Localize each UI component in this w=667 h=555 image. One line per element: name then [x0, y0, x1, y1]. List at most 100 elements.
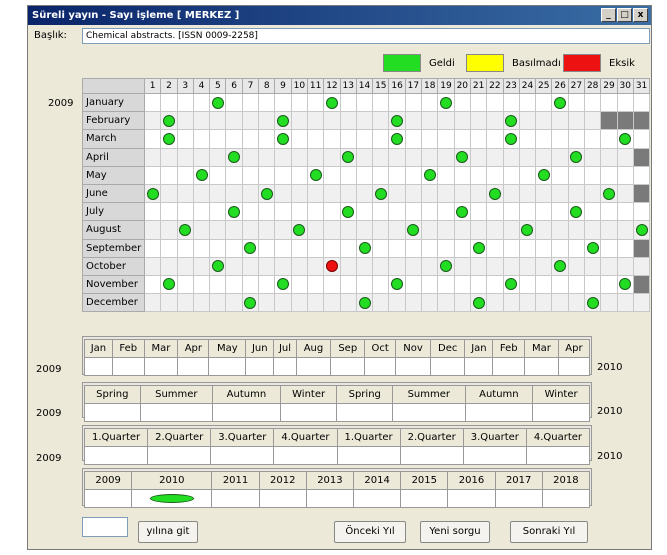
day-cell[interactable]: [274, 293, 292, 313]
day-cell[interactable]: [225, 220, 243, 240]
day-cell[interactable]: [192, 238, 211, 258]
day-cell[interactable]: [535, 165, 553, 185]
day-cell[interactable]: [584, 220, 602, 240]
day-cell[interactable]: [518, 220, 537, 240]
day-cell[interactable]: [339, 92, 357, 113]
day-cell[interactable]: [355, 220, 374, 240]
day-cell[interactable]: [355, 238, 374, 258]
monthly-cell[interactable]: [295, 357, 332, 376]
day-cell[interactable]: [486, 274, 504, 295]
day-cell[interactable]: [486, 111, 504, 131]
day-cell[interactable]: [469, 147, 488, 167]
received-issue-marker[interactable]: [505, 114, 518, 127]
day-cell[interactable]: [632, 293, 651, 313]
day-cell[interactable]: [600, 274, 618, 295]
day-cell[interactable]: [421, 202, 439, 222]
received-issue-marker[interactable]: [146, 187, 159, 200]
day-cell[interactable]: [225, 111, 243, 131]
day-cell[interactable]: [355, 92, 374, 113]
day-cell[interactable]: [404, 183, 423, 204]
day-cell[interactable]: [258, 92, 276, 113]
day-cell[interactable]: [600, 147, 618, 167]
day-cell[interactable]: [176, 183, 194, 204]
day-cell[interactable]: [502, 147, 520, 167]
day-cell[interactable]: [486, 293, 504, 313]
day-cell[interactable]: [486, 92, 504, 113]
received-issue-marker[interactable]: [488, 187, 501, 200]
day-cell[interactable]: [339, 238, 357, 258]
day-cell[interactable]: [225, 293, 243, 313]
day-cell[interactable]: [143, 147, 162, 167]
day-cell[interactable]: [453, 165, 471, 185]
seasons-cell[interactable]: [212, 403, 281, 422]
day-cell[interactable]: [176, 274, 194, 295]
day-cell[interactable]: [306, 129, 325, 149]
day-cell[interactable]: [176, 165, 194, 185]
day-cell[interactable]: [453, 238, 471, 258]
day-cell[interactable]: [209, 129, 227, 149]
day-cell[interactable]: [486, 238, 504, 258]
day-cell[interactable]: [453, 256, 471, 276]
day-cell[interactable]: [535, 92, 553, 113]
day-cell[interactable]: [551, 274, 569, 295]
day-cell[interactable]: [437, 92, 455, 113]
day-cell[interactable]: [143, 129, 162, 149]
day-cell[interactable]: [584, 293, 602, 313]
day-cell[interactable]: [372, 256, 390, 276]
title-field[interactable]: Chemical abstracts. [ISSN 0009-2258]: [82, 28, 650, 44]
day-cell[interactable]: [209, 274, 227, 295]
day-cell[interactable]: [437, 147, 455, 167]
day-cell[interactable]: [551, 256, 569, 276]
day-cell[interactable]: [372, 238, 390, 258]
day-cell[interactable]: [372, 220, 390, 240]
seasons-cell[interactable]: [464, 403, 534, 422]
day-cell[interactable]: [241, 220, 260, 240]
day-cell[interactable]: [192, 92, 211, 113]
day-cell[interactable]: [584, 111, 602, 131]
day-cell[interactable]: [584, 147, 602, 167]
received-issue-marker[interactable]: [472, 242, 485, 255]
day-cell[interactable]: [306, 220, 325, 240]
day-cell[interactable]: [143, 202, 162, 222]
day-cell[interactable]: [421, 92, 439, 113]
day-cell[interactable]: [160, 202, 178, 222]
day-cell[interactable]: [192, 274, 211, 295]
received-issue-marker[interactable]: [244, 242, 257, 255]
day-cell[interactable]: [388, 202, 406, 222]
day-cell[interactable]: [469, 220, 488, 240]
day-cell[interactable]: [143, 293, 162, 313]
day-cell[interactable]: [388, 92, 406, 113]
day-cell[interactable]: [453, 147, 471, 167]
day-cell[interactable]: [209, 111, 227, 131]
received-issue-marker[interactable]: [505, 278, 518, 291]
day-cell[interactable]: [160, 220, 178, 240]
day-cell[interactable]: [616, 256, 634, 276]
day-cell[interactable]: [404, 220, 423, 240]
day-cell[interactable]: [518, 202, 537, 222]
years-cell[interactable]: [494, 489, 543, 508]
day-cell[interactable]: [306, 256, 325, 276]
received-issue-marker[interactable]: [277, 114, 290, 127]
go-to-year-button[interactable]: yılına git: [138, 521, 198, 543]
minimize-button[interactable]: _: [601, 8, 616, 22]
day-cell[interactable]: [567, 92, 586, 113]
day-cell[interactable]: [160, 147, 178, 167]
day-cell[interactable]: [225, 183, 243, 204]
day-cell[interactable]: [323, 111, 341, 131]
day-cell[interactable]: [437, 256, 455, 276]
day-cell[interactable]: [290, 111, 308, 131]
day-cell[interactable]: [274, 220, 292, 240]
day-cell[interactable]: [584, 92, 602, 113]
quarters-cell[interactable]: [83, 446, 149, 465]
monthly-cell[interactable]: [245, 357, 275, 376]
day-cell[interactable]: [290, 165, 308, 185]
quarters-cell[interactable]: [273, 446, 338, 465]
monthly-cell[interactable]: [364, 357, 397, 376]
monthly-cell[interactable]: [84, 357, 113, 376]
day-cell[interactable]: [502, 183, 520, 204]
day-cell[interactable]: [502, 202, 520, 222]
monthly-cell[interactable]: [492, 357, 526, 376]
years-cell[interactable]: [447, 489, 496, 508]
received-issue-marker[interactable]: [407, 223, 420, 236]
day-cell[interactable]: [290, 256, 308, 276]
